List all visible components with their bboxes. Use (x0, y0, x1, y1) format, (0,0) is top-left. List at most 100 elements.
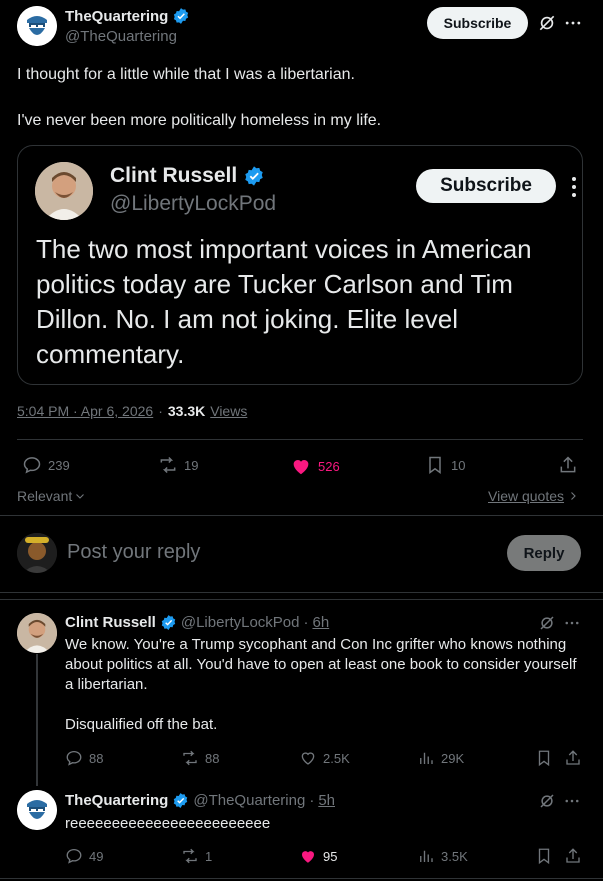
reply-action[interactable]: 239 (22, 455, 70, 475)
view-quotes-link[interactable]: View quotes (488, 488, 579, 504)
my-avatar[interactable] (17, 533, 57, 573)
separator-dot: · (303, 614, 309, 631)
retweet-count: 1 (205, 848, 213, 864)
reply-text: reeeeeeeeeeeeeeeeeeeeeeee (65, 815, 271, 832)
subscribe-button[interactable]: Subscribe (427, 7, 528, 39)
grok-icon[interactable] (538, 614, 556, 632)
tweet-text-line1: I thought for a little while that I was … (17, 66, 355, 83)
reply-author-name[interactable]: Clint Russell (65, 614, 156, 631)
retweet-icon (183, 750, 197, 766)
user-avatar-icon (17, 533, 57, 573)
reply-text: We know. You're a Trump sycophant and Co… (65, 636, 577, 693)
bookmark-action[interactable] (535, 749, 553, 767)
reply-action[interactable]: 88 (65, 749, 103, 767)
retweet-action[interactable]: 19 (158, 455, 198, 475)
reply-button[interactable]: Reply (507, 535, 581, 571)
like-action[interactable]: 526 (290, 455, 340, 477)
quoted-tweet-card[interactable]: Clint Russell @LibertyLockPod Subscribe … (17, 145, 583, 385)
like-action[interactable]: 95 (299, 847, 337, 865)
grok-icon[interactable] (538, 792, 556, 810)
share-action[interactable] (558, 455, 578, 475)
share-action[interactable] (564, 847, 582, 865)
views-count: 3.5K (441, 848, 468, 864)
more-options-icon[interactable] (570, 176, 578, 198)
analytics-icon (420, 752, 433, 764)
like-count: 95 (323, 848, 338, 864)
bookmark-icon (429, 456, 441, 474)
like-action[interactable]: 2.5K (299, 749, 350, 767)
verified-badge-icon[interactable] (160, 614, 177, 631)
views-count: 29K (441, 750, 465, 766)
quartering-logo-icon (17, 6, 57, 46)
verified-badge-icon[interactable] (243, 165, 265, 187)
separator-dot: · (309, 792, 315, 809)
share-icon (560, 456, 576, 473)
views-label[interactable]: Views (210, 403, 247, 419)
quoted-author-name[interactable]: Clint Russell (110, 164, 237, 188)
share-icon (566, 848, 580, 863)
bookmark-count: 10 (451, 457, 466, 473)
quoted-author-avatar[interactable] (35, 162, 93, 220)
reply-author-handle[interactable]: @TheQuartering (193, 792, 305, 809)
share-action[interactable] (564, 749, 582, 767)
reply-count: 239 (48, 457, 70, 473)
tweet-text-line2: I've never been more politically homeles… (17, 112, 382, 129)
tweet-timestamp[interactable]: 5:04 PM · Apr 6, 2026 (17, 403, 153, 419)
divider (0, 592, 603, 593)
view-quotes-label: View quotes (488, 488, 565, 504)
divider (0, 515, 603, 516)
reply-input[interactable]: Post your reply (67, 541, 200, 564)
retweet-count: 19 (184, 457, 199, 473)
grok-icon[interactable] (537, 13, 557, 33)
verified-badge-icon[interactable] (172, 792, 189, 809)
reply-text: Disqualified off the bat. (65, 716, 218, 733)
quoted-subscribe-button[interactable]: Subscribe (416, 169, 556, 203)
author-handle[interactable]: @TheQuartering (65, 28, 177, 45)
heart-filled-icon (293, 460, 309, 475)
retweet-count: 88 (205, 750, 220, 766)
more-options-icon[interactable] (563, 13, 583, 33)
reply-author-name[interactable]: TheQuartering (65, 792, 168, 809)
retweet-icon (183, 848, 197, 864)
quoted-author-handle[interactable]: @LibertyLockPod (110, 192, 276, 216)
bookmark-icon (538, 848, 550, 865)
reply-icon (66, 848, 82, 864)
reply-time[interactable]: 6h (312, 614, 329, 631)
reply-author-handle[interactable]: @LibertyLockPod (181, 614, 300, 631)
author-name[interactable]: TheQuartering (65, 8, 168, 25)
sort-relevant-dropdown[interactable]: Relevant (17, 488, 86, 504)
views-count: 33.3K (167, 403, 206, 419)
like-count: 2.5K (323, 750, 350, 766)
reply-icon (66, 750, 82, 766)
views-action[interactable]: 29K (417, 749, 464, 767)
bookmark-action[interactable] (535, 847, 553, 865)
reply-icon (23, 457, 41, 474)
bookmark-action[interactable]: 10 (425, 455, 465, 475)
share-icon (566, 750, 580, 765)
more-options-icon[interactable] (563, 614, 581, 632)
divider (17, 439, 583, 440)
reply-author-avatar[interactable] (17, 790, 57, 830)
views-action[interactable]: 3.5K (417, 847, 468, 865)
retweet-action[interactable]: 88 (181, 749, 219, 767)
reply-count: 88 (89, 750, 104, 766)
chevron-down-icon (76, 494, 85, 499)
more-options-icon[interactable] (563, 792, 581, 810)
heart-icon (301, 752, 315, 765)
quoted-tweet-text: The two most important voices in America… (36, 234, 532, 369)
reply-author-avatar[interactable] (17, 613, 57, 653)
divider (0, 599, 603, 600)
verified-badge-icon[interactable] (172, 7, 190, 25)
author-avatar[interactable] (17, 6, 57, 46)
clint-avatar-icon (17, 613, 57, 653)
analytics-icon (420, 850, 433, 862)
reply-time[interactable]: 5h (318, 792, 335, 809)
sort-label: Relevant (17, 488, 73, 504)
reply-action[interactable]: 49 (65, 847, 103, 865)
thread-line (36, 654, 38, 786)
divider (0, 878, 603, 879)
retweet-action[interactable]: 1 (181, 847, 212, 865)
chevron-right-icon (571, 492, 576, 500)
bookmark-icon (538, 750, 550, 767)
retweet-icon (160, 456, 176, 474)
